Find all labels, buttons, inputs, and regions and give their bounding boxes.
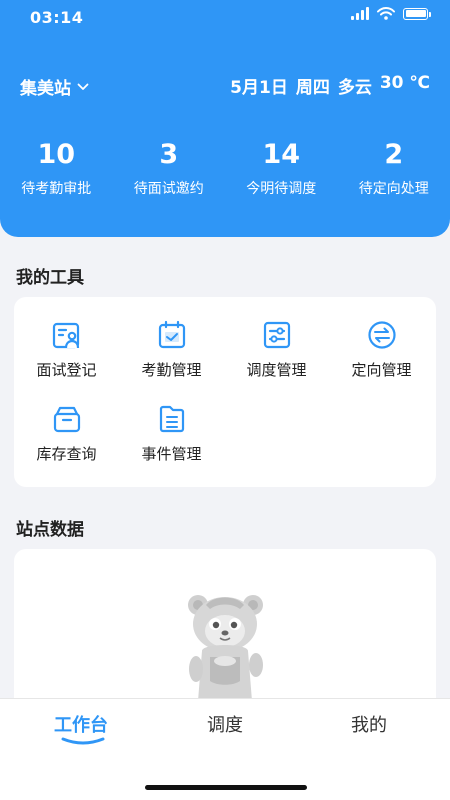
stat-directional-pending[interactable]: 2 待定向处理	[338, 138, 450, 198]
chevron-down-icon	[77, 83, 89, 90]
tab-label: 工作台	[54, 715, 108, 736]
empty-state-mascot-icon	[188, 595, 263, 701]
stat-attendance-approval[interactable]: 10 待考勤审批	[0, 138, 113, 198]
stat-label: 待面试邀约	[133, 181, 204, 197]
event-list-icon	[159, 405, 184, 433]
wifi-icon	[377, 7, 395, 20]
stats-row: 10 待考勤审批 3 待面试邀约 14 今明待调度 2 待定向处理	[0, 138, 450, 198]
tool-label: 事件管理	[141, 445, 202, 463]
station-name: 集美站	[20, 79, 71, 99]
tab-dispatch[interactable]: 调度	[150, 711, 300, 737]
battery-icon	[403, 7, 431, 20]
station-selector[interactable]: 集美站	[20, 74, 89, 99]
tab-label: 调度	[207, 715, 243, 736]
tool-label: 面试登记	[36, 361, 97, 379]
tools-section-title: 我的工具	[16, 268, 84, 288]
weather-weekday: 周四	[295, 78, 330, 98]
status-time: 03:14	[30, 8, 84, 27]
tool-label: 调度管理	[246, 361, 307, 379]
stat-value: 2	[384, 139, 404, 170]
tab-workbench[interactable]: 工作台	[6, 711, 156, 737]
tool-attendance[interactable]: 考勤管理	[119, 319, 224, 380]
stat-value: 10	[37, 139, 76, 170]
site-data-section-title: 站点数据	[16, 520, 84, 540]
tool-label: 考勤管理	[141, 361, 202, 379]
header-banner: 03:14 集美站 5月1日 周四 多云 30 ℃ 10 待考勤审批 3 待面试…	[0, 0, 450, 237]
inventory-box-icon	[53, 406, 80, 433]
tool-directional[interactable]: 定向管理	[329, 319, 434, 380]
tool-label: 定向管理	[351, 361, 412, 379]
interview-register-icon	[52, 322, 79, 349]
signal-icon	[351, 7, 369, 20]
tool-dispatch[interactable]: 调度管理	[224, 319, 329, 380]
tools-card: 面试登记 考勤管理 调度管理 定向管理 库存查询 事件管理	[14, 297, 436, 487]
weather-info: 5月1日 周四 多云 30 ℃	[230, 73, 430, 98]
stat-value: 3	[159, 139, 179, 170]
directional-arrows-icon	[367, 321, 396, 349]
tool-label: 库存查询	[36, 445, 97, 463]
stat-value: 14	[262, 139, 301, 170]
weather-condition: 多云	[337, 78, 372, 98]
status-bar: 03:14	[0, 0, 450, 34]
weather-temperature: 30 ℃	[379, 73, 430, 93]
status-icons	[351, 7, 431, 20]
stat-interview-invite[interactable]: 3 待面试邀约	[113, 138, 226, 198]
active-tab-indicator	[61, 737, 105, 745]
stat-label: 待考勤审批	[21, 181, 92, 197]
dispatch-sliders-icon	[263, 321, 290, 349]
tab-label: 我的	[351, 715, 387, 736]
tab-mine[interactable]: 我的	[294, 711, 444, 737]
attendance-calendar-icon	[158, 320, 185, 349]
home-indicator	[145, 785, 307, 790]
stat-label: 待定向处理	[358, 181, 429, 197]
tool-inventory[interactable]: 库存查询	[14, 403, 119, 464]
stat-label: 今明待调度	[246, 181, 317, 197]
stat-dispatch-pending[interactable]: 14 今明待调度	[225, 138, 338, 198]
tool-event[interactable]: 事件管理	[119, 403, 224, 464]
tool-interview-register[interactable]: 面试登记	[14, 319, 119, 380]
weather-date: 5月1日	[230, 78, 288, 98]
